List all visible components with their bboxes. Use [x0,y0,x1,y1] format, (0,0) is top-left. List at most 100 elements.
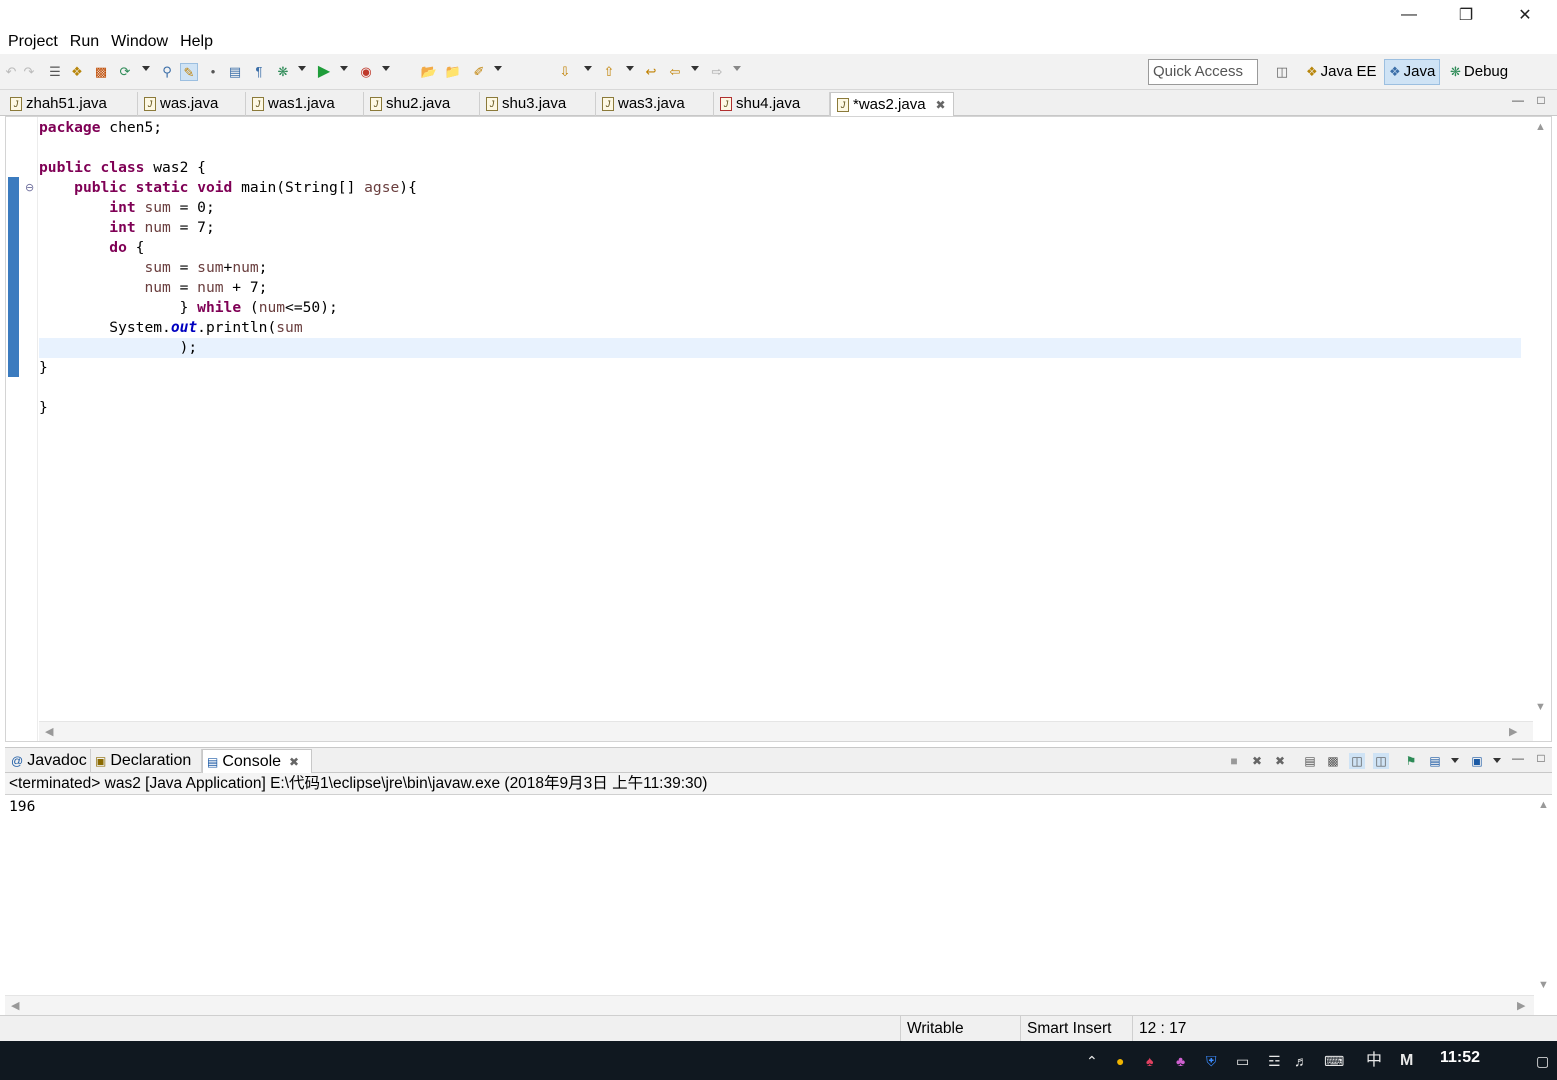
battery-icon[interactable]: ▭ [1236,1051,1249,1071]
perspective-java-ee[interactable]: ❖ Java EE [1302,59,1381,85]
pin-icon[interactable]: • [204,63,222,81]
scroll-right-icon[interactable]: ▶ [1509,725,1517,738]
tab-shu2[interactable]: J shu2.java [364,92,480,116]
back-icon[interactable]: ⇦ [666,63,684,81]
editor-vertical-scrollbar[interactable]: ▲ ▼ [1531,117,1551,723]
remove-all-terminated-icon[interactable]: ✖ [1272,753,1288,769]
code-content[interactable]: package chen5; public class was2 { publi… [39,117,1521,717]
tab-was3[interactable]: J was3.java [596,92,714,116]
scroll-up-icon[interactable]: ▲ [1538,799,1549,811]
external-tools-icon[interactable]: ◉ [357,63,375,81]
paragraph-icon[interactable]: ¶ [250,63,268,81]
forward-icon[interactable]: ⇨ [708,63,726,81]
console-output-area[interactable]: 196 ▲ ▼ ◀ ▶ [5,795,1552,1015]
tab-shu3[interactable]: J shu3.java [480,92,596,116]
console-horizontal-scrollbar[interactable]: ◀ ▶ [5,995,1534,1015]
show-whitespace-icon[interactable]: ▤ [226,63,244,81]
tab-zhah51[interactable]: J zhah51.java [4,92,138,116]
search-icon[interactable]: ⚲ [158,63,176,81]
prev-annotation-dropdown-icon[interactable] [626,66,634,71]
display-console-dropdown-icon[interactable] [1451,758,1459,763]
new-package-icon[interactable]: ▩ [92,63,110,81]
maximize-editor-icon[interactable]: □ [1534,94,1548,108]
ime-mode-indicator[interactable]: M [1400,1051,1413,1071]
security-shield-icon[interactable]: ⛨ [1206,1051,1217,1071]
show-on-stderr-icon[interactable]: ◫ [1373,753,1389,769]
next-annotation-icon[interactable]: ⇩ [556,63,574,81]
perspective-debug[interactable]: ❋ Debug [1446,59,1512,85]
tray-expand-icon[interactable]: ⌃ [1086,1051,1098,1071]
show-on-stdout-icon[interactable]: ◫ [1349,753,1365,769]
keyboard-icon[interactable]: ⌨ [1324,1051,1344,1071]
minimize-editor-icon[interactable]: — [1511,94,1525,108]
menu-window[interactable]: Window [105,30,174,54]
restore-button[interactable]: ❐ [1443,2,1489,28]
back-nav-icon[interactable]: ↶ [2,63,20,81]
brush-dropdown-icon[interactable] [494,66,502,71]
perspective-java[interactable]: ❖ Java [1384,59,1441,85]
remove-launch-icon[interactable]: ✖ [1249,753,1265,769]
debug-dropdown-icon[interactable] [298,66,306,71]
open-folder-icon[interactable]: 📂 [420,63,438,81]
open-console-dropdown-icon[interactable] [1493,758,1501,763]
code-editor[interactable]: ⊖ package chen5; public class was2 { pub… [5,116,1552,742]
tab-declaration[interactable]: ▣ Declaration [91,749,202,773]
menu-project[interactable]: Project [2,30,64,54]
run-dropdown-icon[interactable] [340,66,348,71]
next-annotation-dropdown-icon[interactable] [584,66,592,71]
menu-help[interactable]: Help [174,30,219,54]
tab-javadoc[interactable]: @ Javadoc [7,749,91,773]
quick-access-input[interactable]: Quick Access [1148,59,1258,85]
open-task-icon[interactable]: 📁 [444,63,462,81]
scroll-right-icon[interactable]: ▶ [1517,999,1525,1012]
tab-shu4[interactable]: J shu4.java [714,92,830,116]
tab-was2[interactable]: J *was2.java ✖ [830,92,954,116]
app-tray-icon[interactable]: ♠ [1146,1051,1153,1071]
close-tab-icon[interactable]: ✖ [936,93,946,117]
debug-icon[interactable]: ❋ [274,63,292,81]
toggle-mark-occurrences-icon[interactable]: ☰ [46,63,64,81]
system-clock[interactable]: 11:52 [1440,1049,1480,1067]
prev-annotation-icon[interactable]: ⇧ [600,63,618,81]
scroll-down-icon[interactable]: ▼ [1538,979,1549,991]
pin-console-icon[interactable]: ⚑ [1403,753,1419,769]
chat-tray-icon[interactable]: ♣ [1176,1051,1185,1071]
editor-horizontal-scrollbar[interactable]: ◀ ▶ [39,721,1533,741]
minimize-button[interactable]: — [1386,2,1432,28]
close-console-tab-icon[interactable]: ✖ [289,750,299,774]
forward-nav-icon[interactable]: ↷ [20,63,38,81]
open-perspective-icon[interactable]: ◫ [1273,63,1291,81]
scroll-left-icon[interactable]: ◀ [11,999,19,1012]
refresh-dropdown-icon[interactable] [142,66,150,71]
run-icon[interactable]: ▶ [315,63,333,81]
back-dropdown-icon[interactable] [691,66,699,71]
tab-was[interactable]: J was.java [138,92,246,116]
wifi-icon[interactable]: ☲ [1268,1051,1281,1071]
open-type-icon[interactable]: ❖ [68,63,86,81]
console-vertical-scrollbar[interactable]: ▲ ▼ [1534,795,1552,995]
refresh-icon[interactable]: ⟳ [116,63,134,81]
external-tools-dropdown-icon[interactable] [382,66,390,71]
last-edit-icon[interactable]: ↩ [642,63,660,81]
scroll-left-icon[interactable]: ◀ [45,725,53,738]
forward-dropdown-icon[interactable] [733,66,741,71]
open-console-icon[interactable]: ▣ [1469,753,1485,769]
collapse-fold-icon[interactable]: ⊖ [25,181,34,194]
scroll-lock-icon[interactable]: ▩ [1325,753,1341,769]
scroll-down-icon[interactable]: ▼ [1535,701,1546,713]
clear-console-icon[interactable]: ▤ [1302,753,1318,769]
maximize-panel-icon[interactable]: □ [1534,752,1548,766]
tab-console[interactable]: ▤ Console ✖ [202,749,312,773]
scroll-up-icon[interactable]: ▲ [1535,121,1546,133]
menu-run[interactable]: Run [64,30,105,54]
terminate-icon[interactable]: ■ [1226,753,1242,769]
browser-tray-icon[interactable]: ● [1116,1051,1124,1071]
close-window-button[interactable]: ✕ [1502,2,1548,28]
notification-icon[interactable]: ▢ [1536,1051,1549,1071]
tab-was1[interactable]: J was1.java [246,92,364,116]
highlight-icon[interactable]: ✎ [180,63,198,81]
minimize-panel-icon[interactable]: — [1511,752,1525,766]
volume-icon[interactable]: ♬ [1294,1051,1308,1071]
brush-icon[interactable]: ✐ [470,63,488,81]
display-console-icon[interactable]: ▤ [1427,753,1443,769]
